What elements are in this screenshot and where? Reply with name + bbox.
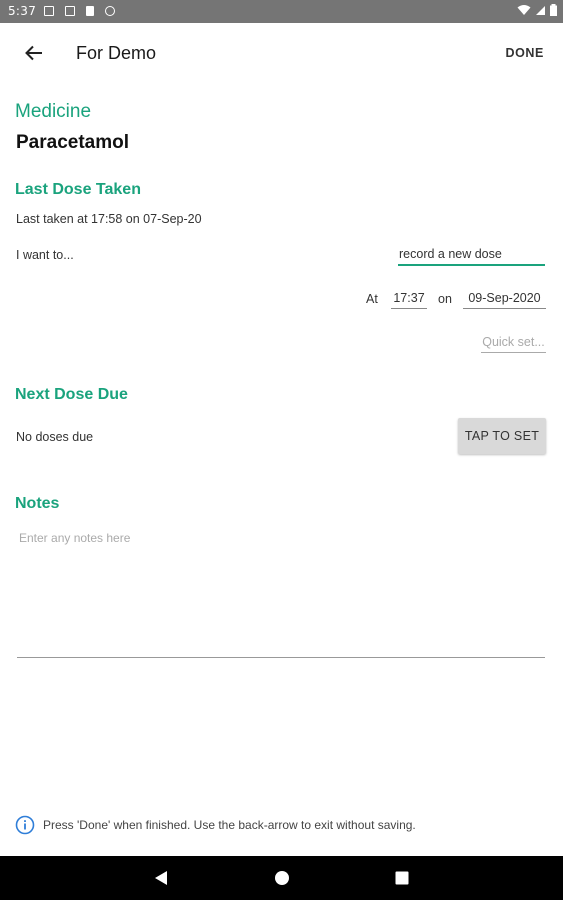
sync-icon [105, 6, 115, 16]
notes-placeholder: Enter any notes here [19, 531, 131, 545]
on-label: on [438, 292, 452, 306]
action-dropdown[interactable]: record a new dose [398, 247, 545, 266]
clipboard-icon [86, 6, 94, 16]
app-bar: For Demo DONE [0, 23, 563, 83]
footer-hint-text: Press 'Done' when finished. Use the back… [43, 818, 416, 832]
page-title: For Demo [76, 43, 157, 63]
notes-input[interactable]: Enter any notes here [17, 528, 545, 658]
status-icons [517, 4, 557, 16]
square-recents-icon [395, 871, 409, 885]
tap-to-set-button[interactable]: TAP TO SET [458, 418, 546, 454]
last-taken-text: Last taken at 17:58 on 07-Sep-20 [16, 212, 202, 226]
message-icon [44, 6, 54, 16]
nav-back-button[interactable] [151, 868, 171, 888]
triangle-back-icon [155, 871, 167, 885]
quick-set-dropdown[interactable]: Quick set... [481, 335, 546, 353]
back-button[interactable] [20, 39, 48, 67]
medicine-section-title: Medicine [15, 101, 92, 122]
next-dose-status: No doses due [16, 430, 94, 444]
status-time: 5:37 [8, 4, 37, 18]
arrow-left-icon [25, 45, 42, 61]
last-dose-section-title: Last Dose Taken [15, 181, 141, 198]
at-label: At [366, 292, 378, 306]
i-want-label: I want to... [16, 248, 74, 262]
message-icon [65, 6, 75, 16]
next-dose-section-title: Next Dose Due [15, 386, 128, 403]
notes-section-title: Notes [15, 495, 60, 512]
info-icon [15, 815, 35, 835]
nav-home-button[interactable] [272, 868, 292, 888]
date-field[interactable]: 09-Sep-2020 [463, 291, 546, 309]
signal-icon [536, 5, 545, 15]
status-bar: 5:37 [0, 0, 563, 23]
footer-hint: Press 'Done' when finished. Use the back… [15, 815, 416, 835]
battery-icon [550, 4, 557, 16]
system-nav-bar [0, 856, 563, 900]
nav-recents-button[interactable] [392, 868, 412, 888]
circle-home-icon [275, 871, 289, 885]
time-field[interactable]: 17:37 [391, 291, 427, 309]
done-button[interactable]: DONE [505, 46, 544, 60]
wifi-icon [517, 5, 531, 15]
medicine-name: Paracetamol [16, 132, 130, 153]
